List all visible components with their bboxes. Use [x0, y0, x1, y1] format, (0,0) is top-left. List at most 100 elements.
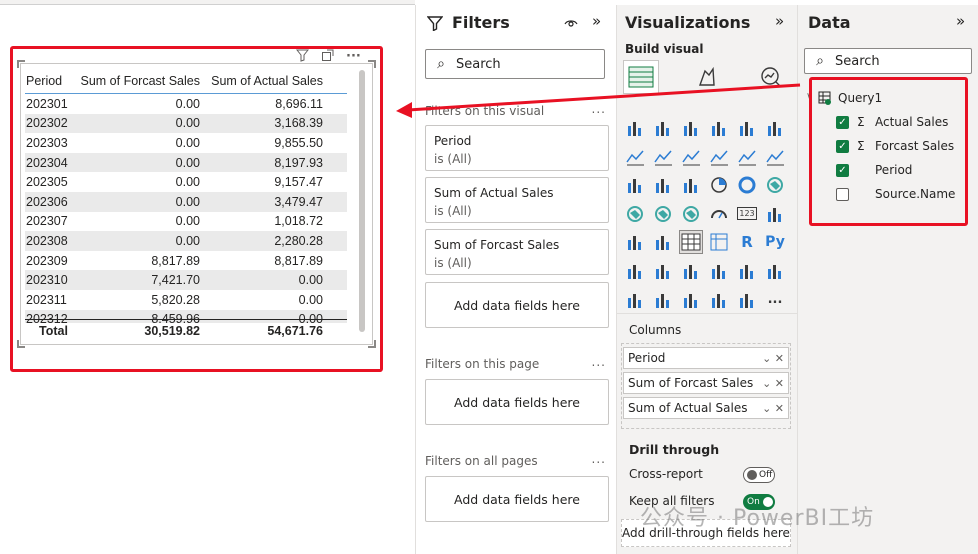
visualizations-pane: Visualizations » Build visual 123 R Py... …: [617, 5, 797, 554]
stacked-bar-icon[interactable]: [624, 117, 646, 139]
filters-search-placeholder: Search: [456, 56, 501, 72]
filter-card-name: Sum of Actual Sales: [434, 186, 554, 200]
table-icon[interactable]: [679, 230, 703, 255]
filter-card-period[interactable]: Period is (All): [425, 125, 609, 171]
chevron-down-icon[interactable]: ⌄ ✕: [762, 402, 784, 415]
kpi-icon[interactable]: [624, 231, 646, 253]
100-bar-icon[interactable]: [736, 117, 758, 139]
filters-pane: Filters » ⌕ Search Filters on this visua…: [415, 5, 617, 554]
funnel-icon: [426, 15, 444, 35]
donut-icon[interactable]: [736, 174, 758, 196]
highlight-box-fields: [809, 77, 968, 226]
data-search-placeholder: Search: [835, 53, 880, 69]
filter-card-actual[interactable]: Sum of Actual Sales is (All): [425, 177, 609, 223]
eye-icon[interactable]: [564, 15, 578, 34]
report-canvas: ··· Period Sum of Forcast Sales Sum of A…: [0, 5, 415, 554]
add-all-filter-dropzone[interactable]: Add data fields here: [425, 476, 609, 522]
card-icon[interactable]: 123: [736, 203, 758, 225]
stacked-column-icon[interactable]: [652, 117, 674, 139]
toggle-state: Off: [759, 470, 773, 480]
chevron-down-icon[interactable]: ⌄ ✕: [762, 377, 784, 390]
power-automate-icon[interactable]: [708, 289, 730, 311]
powerbi-window: ··· Period Sum of Forcast Sales Sum of A…: [0, 0, 978, 554]
key-influencers-icon[interactable]: [652, 260, 674, 282]
line-icon[interactable]: [624, 146, 646, 168]
matrix-icon[interactable]: [708, 231, 730, 253]
map-icon[interactable]: [624, 203, 646, 225]
build-visual-label: Build visual: [625, 42, 704, 56]
narrative-icon[interactable]: [708, 260, 730, 282]
pie-icon[interactable]: [708, 174, 730, 196]
build-visual-tab[interactable]: [623, 60, 659, 94]
goals-icon[interactable]: [736, 260, 758, 282]
power-apps-icon[interactable]: [680, 289, 702, 311]
data-search-input[interactable]: ⌕ Search: [804, 48, 972, 74]
more-options-icon[interactable]: ...: [592, 355, 606, 369]
filters-section-page: Filters on this page: [425, 357, 540, 371]
slicer-icon[interactable]: [652, 231, 674, 253]
visual-type-row: [624, 260, 786, 282]
ribbon-icon[interactable]: [764, 146, 786, 168]
clustered-bar-icon[interactable]: [680, 117, 702, 139]
column-field-label: Sum of Actual Sales: [628, 401, 748, 415]
area-icon[interactable]: [652, 146, 674, 168]
column-field-label: Sum of Forcast Sales: [628, 376, 754, 390]
card-new-icon[interactable]: [624, 289, 646, 311]
filters-section-all: Filters on all pages: [425, 454, 538, 468]
filter-card-forcast[interactable]: Sum of Forcast Sales is (All): [425, 229, 609, 275]
100-column-icon[interactable]: [764, 117, 786, 139]
visual-type-row: [624, 174, 786, 196]
data-title: Data: [808, 13, 851, 32]
chevron-more-icon[interactable]: [736, 289, 758, 311]
column-field-actual[interactable]: Sum of Actual Sales ⌄ ✕: [623, 397, 789, 419]
visual-type-row: 123: [624, 203, 786, 225]
filter-card-value: is (All): [434, 204, 472, 218]
visualizations-title: Visualizations: [625, 13, 751, 32]
visual-type-row: R Py: [624, 230, 786, 255]
azure-map-icon[interactable]: [680, 203, 702, 225]
data-pane: Data » ⌕ Search ∨ Query1 ✓ Σ Actual Sales ✓…: [797, 5, 978, 554]
visual-type-row: ...: [624, 289, 786, 311]
chevron-down-icon[interactable]: ⌄ ✕: [762, 352, 784, 365]
collapse-data-icon[interactable]: »: [956, 12, 965, 30]
add-visual-filter-dropzone[interactable]: Add data fields here: [425, 282, 609, 328]
toggle-knob: [747, 470, 757, 480]
filter-card-name: Period: [434, 134, 472, 148]
decomposition-tree-icon[interactable]: [624, 260, 646, 282]
collapse-viz-icon[interactable]: »: [775, 12, 784, 30]
collapse-filters-icon[interactable]: »: [592, 12, 601, 30]
filled-map-icon[interactable]: [652, 203, 674, 225]
analytics-icon[interactable]: [759, 65, 783, 93]
line-column-icon[interactable]: [708, 146, 730, 168]
stacked-area-icon[interactable]: [680, 146, 702, 168]
clustered-column-icon[interactable]: [708, 117, 730, 139]
multirow-card-icon[interactable]: [764, 203, 786, 225]
add-page-filter-dropzone[interactable]: Add data fields here: [425, 379, 609, 425]
visual-type-row: [624, 146, 786, 168]
search-icon: ⌕: [816, 53, 824, 69]
filters-search-input[interactable]: ⌕ Search: [425, 49, 605, 79]
waterfall-icon[interactable]: [624, 174, 646, 196]
qa-icon[interactable]: [680, 260, 702, 282]
filter-card-value: is (All): [434, 152, 472, 166]
gauge-icon[interactable]: [708, 203, 730, 225]
watermark: 公众号 · PowerBI工坊: [640, 506, 875, 531]
funnel-chart-icon[interactable]: [652, 174, 674, 196]
slicer-new-icon[interactable]: [652, 289, 674, 311]
r-visual-icon[interactable]: R: [736, 231, 758, 253]
highlight-box-visual: [10, 46, 383, 372]
column-field-label: Period: [628, 351, 666, 365]
paginated-icon[interactable]: [764, 260, 786, 282]
format-visual-icon[interactable]: [695, 65, 719, 93]
treemap-icon[interactable]: [764, 174, 786, 196]
cross-report-toggle[interactable]: Off: [743, 467, 775, 483]
more-visuals-icon[interactable]: ...: [764, 289, 786, 311]
scatter-icon[interactable]: [680, 174, 702, 196]
python-visual-icon[interactable]: Py: [764, 231, 786, 253]
column-field-forcast[interactable]: Sum of Forcast Sales ⌄ ✕: [623, 372, 789, 394]
more-options-icon[interactable]: ...: [592, 452, 606, 466]
columns-label: Columns: [629, 323, 682, 337]
more-options-icon[interactable]: ...: [592, 102, 606, 116]
column-field-period[interactable]: Period ⌄ ✕: [623, 347, 789, 369]
line-stacked-column-icon[interactable]: [736, 146, 758, 168]
